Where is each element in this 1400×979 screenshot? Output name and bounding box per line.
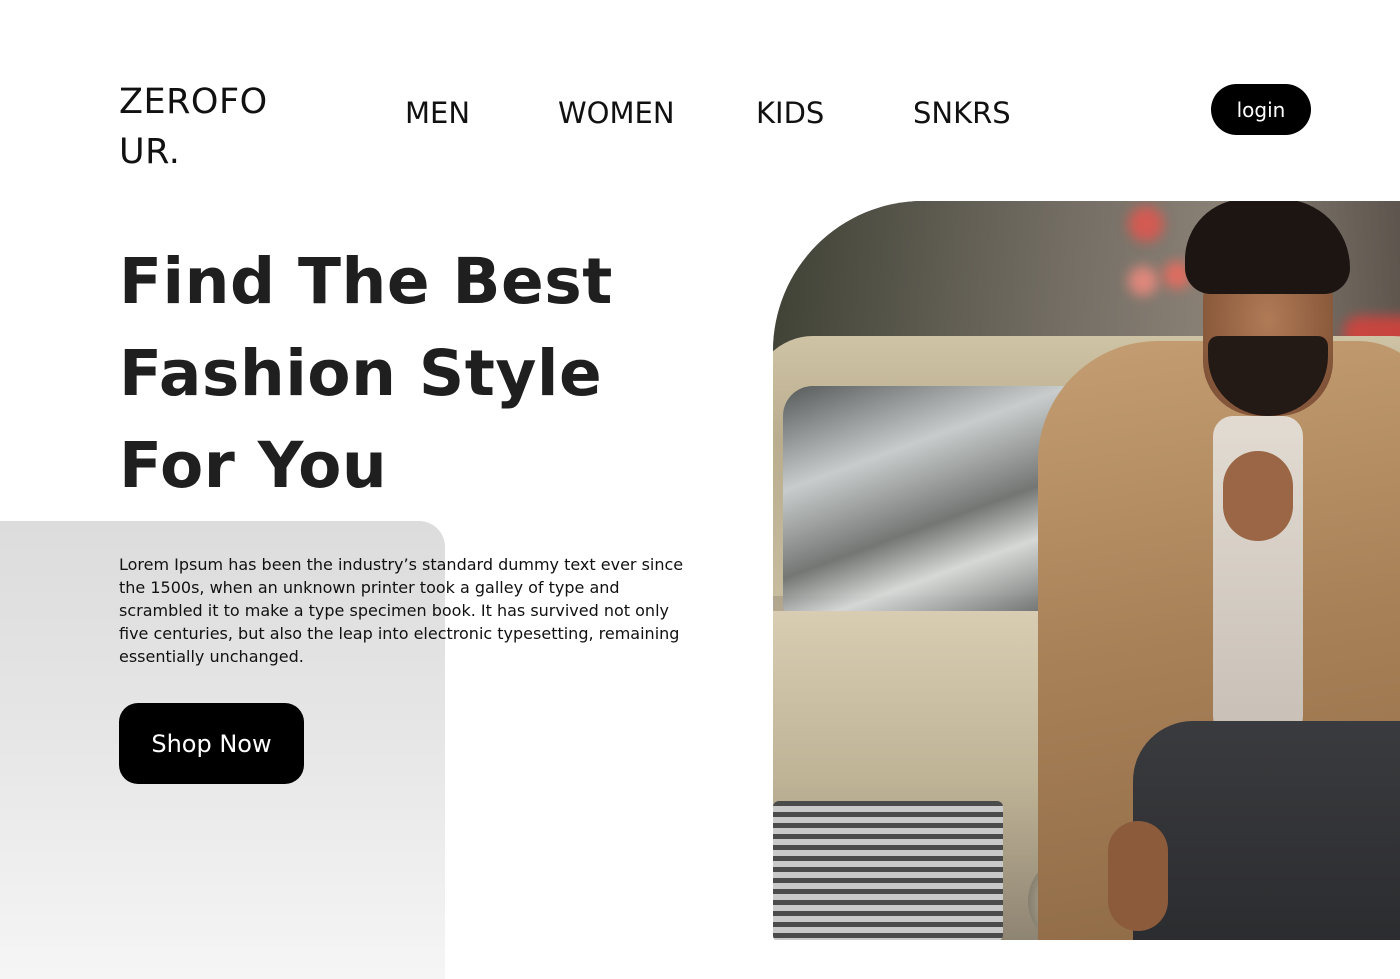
brand-logo[interactable]: ZEROFOUR. (119, 77, 279, 177)
shop-now-button[interactable]: Shop Now (119, 703, 304, 784)
photo-person-hair (1185, 201, 1350, 294)
nav-item-snkrs[interactable]: SNKRS (913, 95, 1011, 131)
nav-item-men[interactable]: MEN (405, 95, 470, 131)
login-button[interactable]: login (1211, 84, 1311, 135)
nav-item-kids[interactable]: KIDS (756, 95, 824, 131)
photo-bokeh-light (1128, 206, 1164, 242)
photo-bokeh-light (1128, 266, 1158, 296)
hero-description: Lorem Ipsum has been the industry’s stan… (119, 555, 684, 666)
hero-image (773, 201, 1400, 940)
hero-title-line: Fashion Style (119, 337, 603, 410)
hero-title-line: For You (119, 429, 388, 502)
hero-title-line: Find The Best (119, 245, 613, 318)
hero-title: Find The Best Fashion Style For You (119, 236, 739, 512)
landing-page: ZEROFOUR. MEN WOMEN KIDS SNKRS login Fin… (0, 0, 1400, 979)
photo-car-grille (773, 801, 1003, 940)
photo-person-hand (1223, 451, 1293, 541)
photo-person-jeans (1133, 721, 1400, 940)
nav-item-women[interactable]: WOMEN (558, 95, 675, 131)
photo-person-hand (1108, 821, 1168, 931)
